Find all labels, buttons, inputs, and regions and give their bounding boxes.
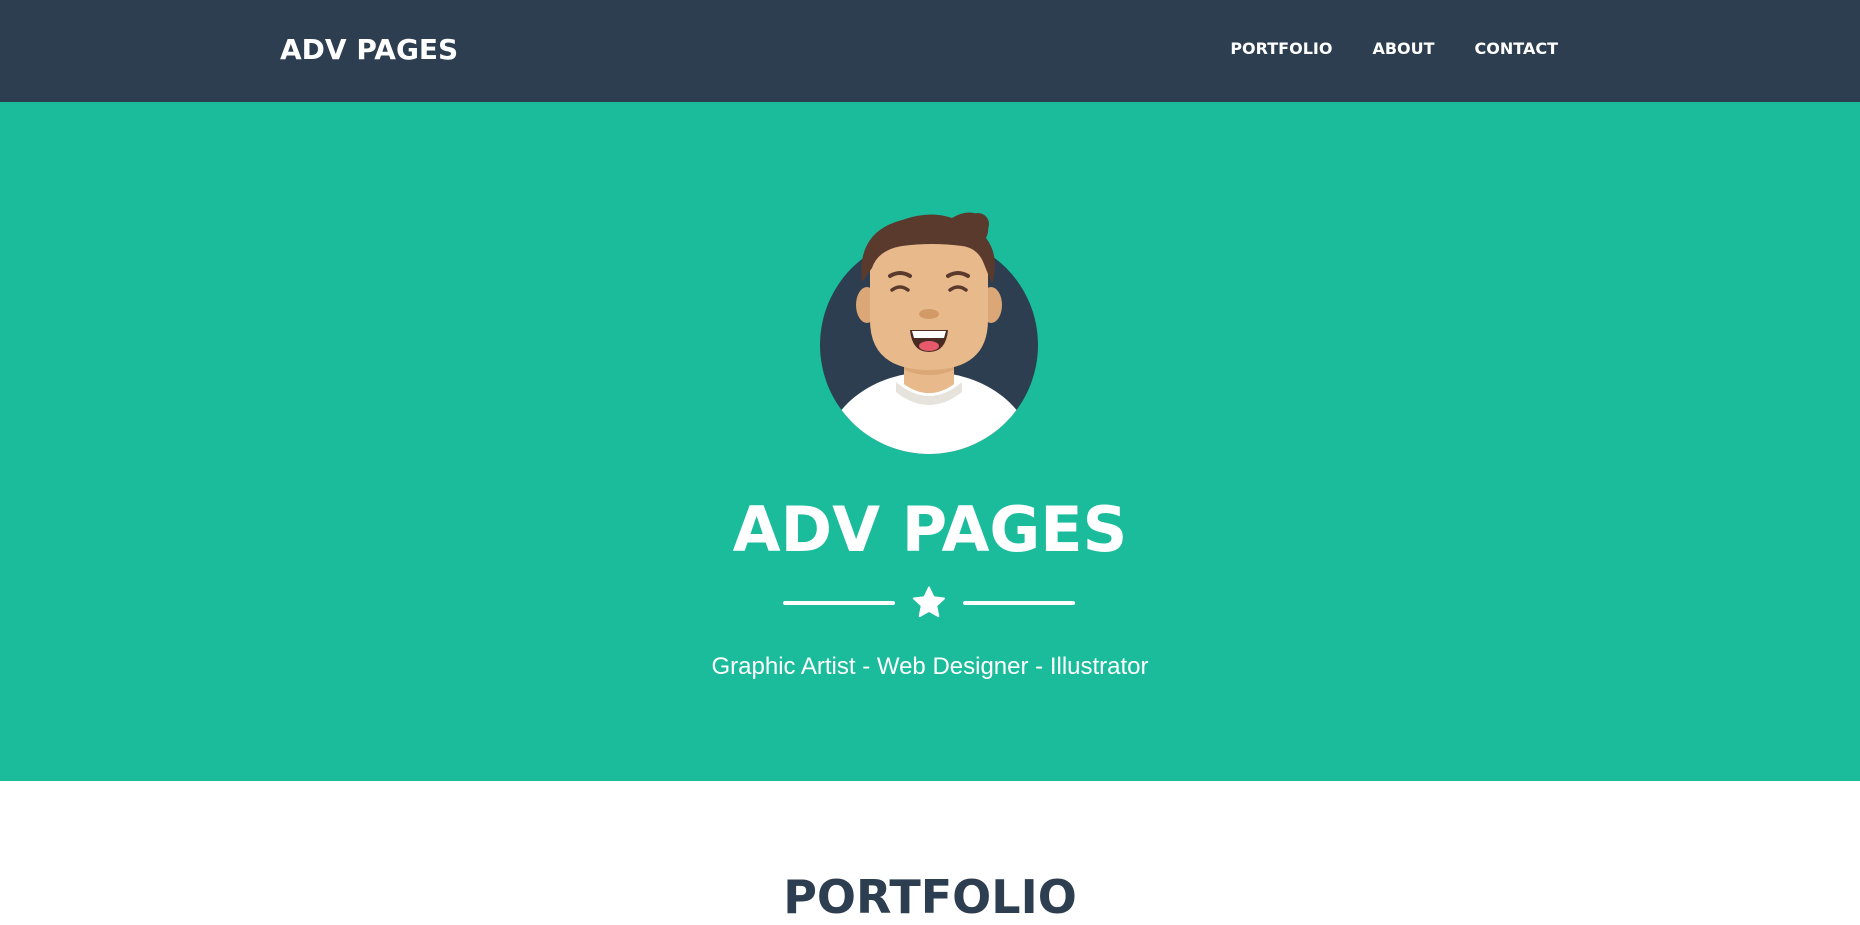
hero-title: ADV PAGES [732, 493, 1128, 566]
divider-line-left [783, 601, 895, 605]
nav-link-contact[interactable]: CONTACT [1475, 38, 1558, 60]
nav-links: PORTFOLIO ABOUT CONTACT [1230, 38, 1558, 60]
portfolio-section: PORTFOLIO [0, 781, 1860, 924]
avatar-icon [812, 202, 1048, 462]
divider-line-right [963, 601, 1075, 605]
hero-subtitle: Graphic Artist - Web Designer - Illustra… [711, 653, 1149, 680]
masthead: ADV PAGES Graphic Artist - Web Designer … [0, 102, 1860, 781]
nav-link-about[interactable]: ABOUT [1372, 38, 1434, 60]
nav-link-portfolio[interactable]: PORTFOLIO [1230, 38, 1332, 60]
brand-link[interactable]: ADV PAGES [280, 33, 458, 67]
navbar: ADV PAGES PORTFOLIO ABOUT CONTACT [0, 0, 1860, 102]
star-icon [910, 584, 948, 622]
portfolio-heading: PORTFOLIO [783, 870, 1077, 924]
star-divider [783, 582, 1075, 626]
